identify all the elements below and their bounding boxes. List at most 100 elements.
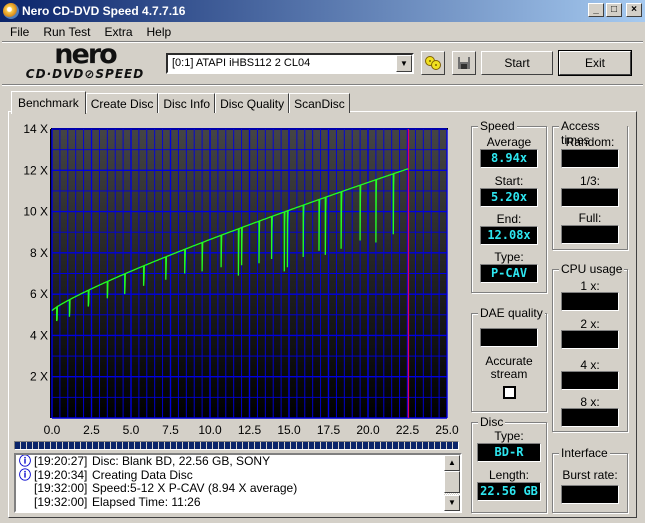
x-tick-label: 25.0 [435,423,459,437]
y-tick-label: 2 X [30,370,48,384]
x-tick-label: 2.5 [83,423,100,437]
cpu-8x-display [561,408,619,427]
speed-chart: 0.0 2.5 5.0 7.5 10.0 12.5 15.0 17.5 20.0 22.5 25.0… [23,122,459,437]
maximize-button[interactable]: □ [606,3,622,17]
disc-type-label: Type: [494,429,524,443]
x-tick-label: 22.5 [396,423,420,437]
menu-help[interactable]: Help [140,25,179,39]
app-icon [3,3,19,19]
save-button[interactable] [452,51,476,75]
disc-type-display: BD-R [477,443,541,462]
average-speed-display: 8.94x [480,149,538,168]
chevron-down-icon[interactable]: ▼ [396,55,412,72]
exit-button[interactable]: Exit [558,50,632,76]
y-tick-label: 10 X [23,205,48,219]
log-entry: [19:32:00] Elapsed Time: 11:26 [16,494,460,510]
full-label: Full: [578,211,602,225]
cpu-2x-label: 2 x: [580,317,600,331]
logo-nero: nero [54,39,117,70]
random-display [561,149,619,168]
log-message: Speed:5-12 X P-CAV (8.94 X average) [92,481,298,495]
third-display [561,188,619,207]
cpu-1x-display [561,292,619,311]
start-speed-display: 5.20x [480,188,538,207]
log-entry: [19:32:00] Speed:5-12 X P-CAV (8.94 X ave… [16,481,460,496]
title-bar: Nero CD-DVD Speed 4.7.7.16 _ □ × [0,0,645,22]
random-label: Random: [565,135,615,149]
tab-disc-quality[interactable]: Disc Quality [215,93,290,113]
dae-quality-group: DAE quality Accurate stream [471,306,547,412]
speed-group: Speed Average 8.94x Start: 5.20x End: 12… [471,119,547,293]
interface-title: Interface [559,446,610,460]
y-tick-label: 12 X [23,163,48,177]
cpu-4x-label: 4 x: [580,358,600,372]
end-speed-display: 12.08x [480,226,538,245]
menu-file[interactable]: File [3,25,36,39]
scroll-down-button[interactable]: ▼ [444,495,460,511]
menu-run-test[interactable]: Run Test [36,25,97,39]
disc-group: Disc Type: BD-R Length: 22.56 GB [471,415,547,513]
log-time: [19:32:00] [34,494,88,509]
log-entry: ⓘ [19:20:34] Creating Data Disc [16,467,460,483]
x-tick-label: 15.0 [277,423,301,437]
log-time: [19:32:00] [34,481,88,495]
minimize-button[interactable]: _ [588,3,604,17]
x-tick-label: 12.5 [238,423,262,437]
drive-select[interactable]: [0:1] ATAPI iHBS112 2 CL04 ▼ [166,53,414,74]
disc-length-display: 22.56 GB [477,482,541,501]
tab-create-disc[interactable]: Create Disc [85,93,159,113]
y-tick-label: 8 X [30,246,48,260]
progress-bar [14,441,459,450]
disc-group-title: Disc [478,415,506,429]
speed-group-title: Speed [478,119,517,133]
drive-info-button[interactable] [421,51,445,75]
y-tick-label: 4 X [30,328,48,342]
tab-scandisc[interactable]: ScanDisc [289,93,350,113]
log-time: [19:20:27] [34,454,88,468]
cpu-usage-group: CPU usage 1 x: 2 x: 4 x: 8 x: [552,262,628,432]
log-entry: ⓘ [19:20:27] Disc: Blank BD, 22.56 GB, SON… [16,455,460,469]
close-button[interactable]: × [626,3,642,17]
scroll-up-button[interactable]: ▲ [444,455,460,471]
x-tick-label: 5.0 [123,423,140,437]
accurate-label: Accurate [485,354,533,368]
window-title: Nero CD-DVD Speed 4.7.7.16 [22,4,186,18]
disc-length-label: Length: [488,468,530,482]
floppy-disk-icon [458,57,470,69]
disc-link-icon [425,56,441,70]
end-label: End: [496,212,522,226]
dae-quality-display [480,328,538,347]
cpu-1x-label: 1 x: [580,279,600,293]
menu-extra[interactable]: Extra [97,25,139,39]
interface-group: Interface Burst rate: [552,446,628,513]
x-tick-label: 20.0 [356,423,380,437]
full-display [561,225,619,244]
logo-cd-dvd-speed: CD·DVD⊘SPEED [25,67,145,81]
log-message: Disc: Blank BD, 22.56 GB, SONY [92,454,271,468]
burst-rate-display [561,485,619,504]
stream-label: stream [490,367,528,381]
scroll-thumb[interactable] [444,471,460,493]
accurate-stream-checkbox[interactable] [503,386,516,399]
cpu-8x-label: 8 x: [580,395,600,409]
y-tick-label: 6 X [30,287,48,301]
divider [2,84,643,86]
third-label: 1/3: [579,174,600,188]
x-tick-label: 0.0 [44,423,61,437]
log-message: Elapsed Time: 11:26 [92,494,201,509]
cpu-2x-display [561,330,619,349]
type-label: Type: [494,250,524,264]
start-button[interactable]: Start [481,51,553,75]
info-icon: ⓘ [18,454,31,468]
speed-type-display: P-CAV [480,264,538,283]
log-time: [19:20:34] [34,467,88,482]
average-label: Average [486,135,532,149]
log-scrollbar[interactable]: ▲ ▼ [444,455,460,511]
log-message: Creating Data Disc [92,467,193,482]
nero-logo: nero CD·DVD⊘SPEED [10,39,160,83]
drive-select-value: [0:1] ATAPI iHBS112 2 CL04 [172,57,311,69]
tab-benchmark[interactable]: Benchmark [11,91,86,114]
tab-disc-info[interactable]: Disc Info [158,93,216,113]
